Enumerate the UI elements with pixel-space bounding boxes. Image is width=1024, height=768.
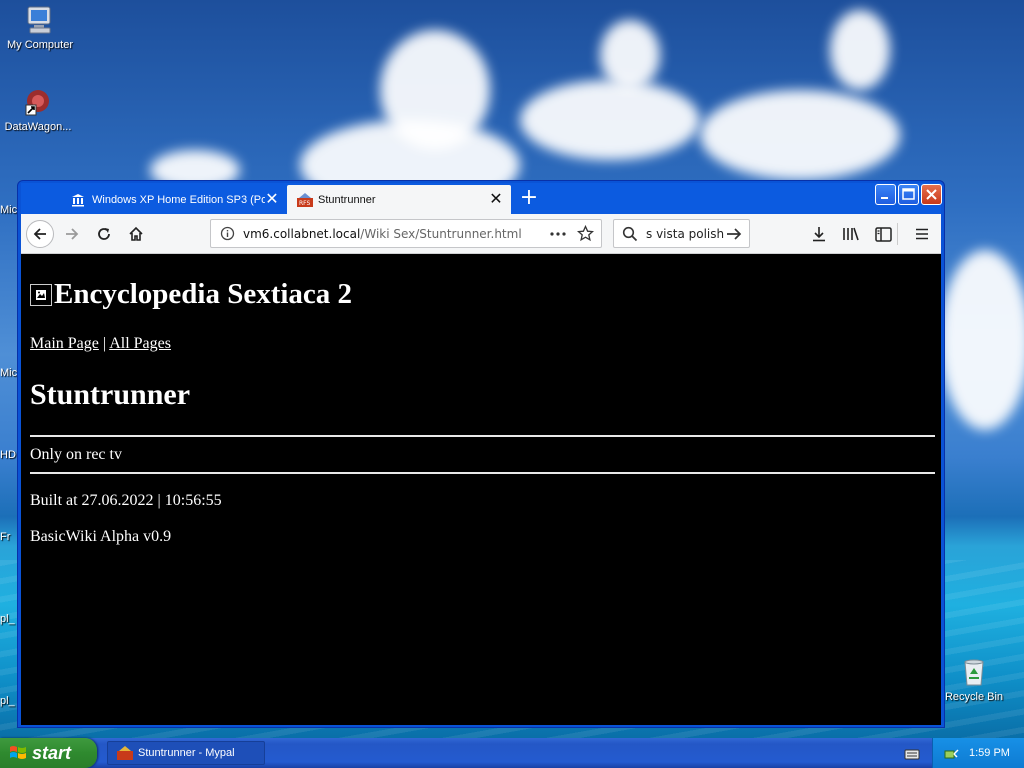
- desktop-icon-recycle-bin[interactable]: Recycle Bin: [934, 656, 1014, 703]
- close-icon[interactable]: ✕: [265, 191, 279, 207]
- tab-strip: Windows XP Home Edition SP3 (Po ✕ RFS St…: [21, 183, 942, 214]
- library-icon: [71, 193, 85, 207]
- build-timestamp: Built at 27.06.2022 | 10:56:55: [30, 492, 222, 509]
- desktop-icon-label: DataWagon...: [4, 121, 72, 133]
- tab-title: Windows XP Home Edition SP3 (Po: [92, 193, 265, 206]
- tab-stuntrunner[interactable]: RFS Stuntrunner ✕: [287, 185, 511, 214]
- divider: [30, 435, 935, 437]
- tab-windows-xp[interactable]: Windows XP Home Edition SP3 (Po ✕: [61, 185, 287, 214]
- site-nav: Main Page | All Pages: [30, 335, 171, 353]
- site-favicon: RFS: [297, 192, 313, 207]
- site-title: Encyclopedia Sextiaca 2: [54, 278, 353, 310]
- search-icon: [622, 226, 638, 245]
- reload-button[interactable]: [90, 220, 118, 248]
- recycle-bin-icon: [958, 656, 990, 688]
- tab-title: Stuntrunner: [318, 193, 376, 206]
- main-page-link[interactable]: Main Page: [30, 335, 99, 352]
- browser-window: Windows XP Home Edition SP3 (Po ✕ RFS St…: [17, 180, 945, 728]
- divider: [30, 472, 935, 474]
- info-icon[interactable]: [220, 226, 235, 244]
- menu-icon: [916, 228, 928, 240]
- close-icon[interactable]: ✕: [489, 191, 503, 207]
- minimize-button[interactable]: [875, 184, 896, 205]
- navigation-toolbar: vm6.collabnet.local/Wiki Sex/Stuntrunner…: [21, 214, 941, 254]
- bookmark-star-icon[interactable]: [576, 224, 595, 245]
- safely-remove-icon[interactable]: [943, 745, 959, 764]
- system-tray: 1:59 PM: [932, 738, 1024, 768]
- desktop-icon-label: Recycle Bin: [944, 691, 1004, 703]
- close-window-button[interactable]: [921, 184, 942, 205]
- shortcut-icon: [22, 86, 54, 118]
- partial-desktop-label[interactable]: pl_: [0, 695, 15, 707]
- sidebar-icon: [874, 226, 892, 242]
- search-input[interactable]: s vista polish: [646, 227, 724, 241]
- maximize-button[interactable]: [898, 184, 919, 205]
- partial-desktop-label[interactable]: Mic: [0, 204, 17, 216]
- article-body: Only on rec tv: [30, 446, 122, 463]
- home-button[interactable]: [122, 220, 150, 248]
- start-label: start: [32, 742, 72, 763]
- desktop-icon-my-computer[interactable]: My Computer: [0, 4, 80, 51]
- url-text[interactable]: vm6.collabnet.local/Wiki Sex/Stuntrunner…: [243, 227, 522, 241]
- computer-icon: [24, 4, 56, 36]
- library-icon: [843, 227, 859, 241]
- clock[interactable]: 1:59 PM: [969, 747, 1010, 759]
- url-path: /Wiki Sex/Stuntrunner.html: [360, 227, 522, 241]
- partial-desktop-label[interactable]: pl_: [0, 613, 15, 625]
- nav-separator: |: [102, 335, 107, 352]
- taskbar-item-label: Stuntrunner - Mypal: [138, 747, 235, 759]
- back-icon: [33, 228, 46, 240]
- svg-text:RFS: RFS: [299, 200, 311, 207]
- site-header: Encyclopedia Sextiaca 2: [30, 278, 352, 311]
- partial-desktop-label[interactable]: HD: [0, 449, 16, 461]
- keyboard-icon[interactable]: [904, 746, 920, 765]
- desktop-icon-label: My Computer: [6, 39, 74, 51]
- download-icon: [813, 227, 825, 242]
- more-icon[interactable]: [549, 226, 567, 244]
- broken-image-icon: [30, 283, 52, 306]
- partial-desktop-label[interactable]: Mic: [0, 367, 17, 379]
- page-content: Encyclopedia Sextiaca 2 Main Page | All …: [21, 254, 941, 725]
- home-icon: [129, 226, 143, 241]
- back-button[interactable]: [26, 220, 54, 248]
- forward-icon: [66, 228, 79, 240]
- windows-logo-icon: [9, 744, 27, 762]
- taskbar-item-mypal[interactable]: Stuntrunner - Mypal: [107, 741, 265, 765]
- sidebar-button[interactable]: [869, 220, 897, 248]
- taskbar: start Stuntrunner - Mypal 1:59 PM: [0, 738, 1024, 768]
- all-pages-link[interactable]: All Pages: [109, 335, 171, 352]
- new-tab-button[interactable]: +: [517, 187, 541, 211]
- search-bar[interactable]: s vista polish: [613, 219, 750, 248]
- library-button[interactable]: [837, 220, 865, 248]
- reload-icon: [98, 228, 110, 240]
- menu-button[interactable]: [908, 220, 936, 248]
- address-bar[interactable]: vm6.collabnet.local/Wiki Sex/Stuntrunner…: [210, 219, 602, 248]
- go-arrow-icon[interactable]: [726, 226, 743, 245]
- page-title: Stuntrunner: [30, 378, 191, 411]
- start-button[interactable]: start: [0, 738, 97, 768]
- toolbar-divider: [897, 223, 898, 245]
- desktop-icon-datawagon[interactable]: DataWagon...: [0, 86, 78, 133]
- mypal-icon: [117, 746, 133, 760]
- forward-button[interactable]: [58, 220, 86, 248]
- downloads-button[interactable]: [805, 220, 833, 248]
- url-domain: vm6.collabnet.local: [243, 227, 361, 241]
- partial-desktop-label[interactable]: Fr: [0, 531, 10, 543]
- engine-version: BasicWiki Alpha v0.9: [30, 528, 172, 545]
